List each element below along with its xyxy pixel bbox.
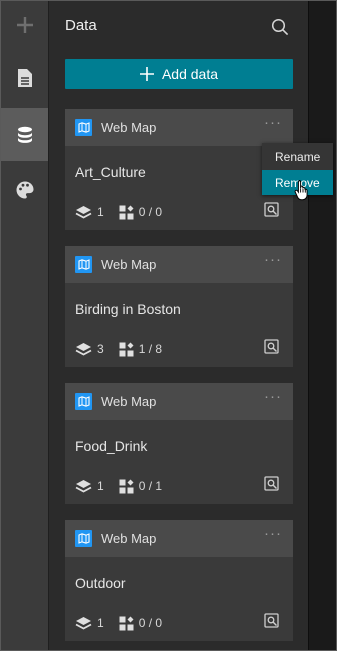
view-details-icon[interactable] — [264, 476, 279, 491]
widgets-stat: 0 / 1 — [119, 479, 162, 494]
search-icon[interactable] — [271, 18, 289, 36]
layers-count: 1 — [97, 479, 104, 493]
widgets-icon — [119, 616, 134, 630]
widgets-icon — [119, 479, 134, 493]
widgets-count: 0 / 0 — [138, 205, 163, 219]
widgets-count: 0 / 1 — [138, 479, 163, 493]
view-details-icon[interactable] — [264, 613, 279, 628]
add-data-button[interactable]: Add data — [65, 59, 293, 89]
widgets-stat: 0 / 0 — [119, 616, 162, 631]
palette-icon — [15, 181, 33, 199]
web-map-icon — [75, 393, 92, 410]
web-map-icon — [75, 256, 92, 273]
card-title: Birding in Boston — [75, 301, 181, 317]
widgets-icon — [119, 205, 134, 219]
add-data-label: Add data — [161, 66, 219, 82]
more-options-icon[interactable]: ··· — [264, 388, 282, 405]
layers-count: 1 — [97, 616, 104, 630]
more-options-icon[interactable]: ··· — [264, 525, 282, 542]
widgets-stat: 0 / 0 — [119, 205, 162, 220]
card-type-label: Web Map — [101, 257, 157, 272]
card-header: Web Map ··· — [65, 383, 293, 420]
card-stats: 1 0 / 0 — [75, 614, 162, 632]
layers-stat: 3 — [75, 342, 104, 357]
layers-stat: 1 — [75, 205, 104, 220]
card-stats: 1 0 / 1 — [75, 477, 162, 495]
rename-menu-item[interactable]: Rename — [262, 144, 333, 169]
view-details-icon[interactable] — [264, 202, 279, 217]
layers-icon — [75, 479, 92, 493]
page-icon — [17, 69, 32, 87]
more-options-icon[interactable]: ··· — [264, 114, 282, 131]
card-header: Web Map ··· — [65, 246, 293, 283]
widgets-count: 0 / 0 — [138, 616, 163, 630]
data-card[interactable]: Web Map ··· Outdoor 1 0 / 0 — [65, 520, 293, 641]
hand-cursor-icon — [294, 180, 308, 201]
database-icon — [17, 126, 32, 143]
card-stats: 3 1 / 8 — [75, 340, 162, 358]
card-title: Food_Drink — [75, 438, 148, 454]
rail-page-button[interactable] — [1, 54, 48, 102]
data-card[interactable]: Web Map ··· Art_Culture 1 0 / 0 — [65, 109, 293, 230]
canvas-edge — [308, 1, 336, 650]
data-card[interactable]: Web Map ··· Birding in Boston 3 1 / 8 — [65, 246, 293, 367]
layers-count: 1 — [97, 205, 104, 219]
card-title: Art_Culture — [75, 164, 146, 180]
card-type-label: Web Map — [101, 394, 157, 409]
data-card[interactable]: Web Map ··· Food_Drink 1 0 / 1 — [65, 383, 293, 504]
layers-icon — [75, 342, 92, 356]
rail-data-button[interactable] — [1, 108, 48, 161]
layers-count: 3 — [97, 342, 104, 356]
layers-icon — [75, 205, 92, 219]
rail-theme-button[interactable] — [1, 166, 48, 214]
panel-title: Data — [65, 17, 97, 34]
left-rail — [1, 1, 48, 650]
widgets-icon — [119, 342, 134, 356]
data-panel: Data Add data Web Map ··· Art_Culture 1 — [49, 1, 308, 650]
layers-icon — [75, 616, 92, 630]
layers-stat: 1 — [75, 616, 104, 631]
card-header: Web Map ··· — [65, 109, 293, 146]
rail-add-button[interactable] — [1, 1, 48, 49]
layers-stat: 1 — [75, 479, 104, 494]
web-map-icon — [75, 530, 92, 547]
card-stats: 1 0 / 0 — [75, 203, 162, 221]
app-frame: Data Add data Web Map ··· Art_Culture 1 — [0, 0, 337, 651]
plus-icon — [139, 67, 154, 81]
widgets-count: 1 / 8 — [138, 342, 163, 356]
plus-icon — [16, 17, 33, 33]
web-map-icon — [75, 119, 92, 136]
view-details-icon[interactable] — [264, 339, 279, 354]
card-header: Web Map ··· — [65, 520, 293, 557]
card-type-label: Web Map — [101, 531, 157, 546]
card-title: Outdoor — [75, 575, 126, 591]
widgets-stat: 1 / 8 — [119, 342, 162, 357]
more-options-icon[interactable]: ··· — [264, 251, 282, 268]
card-type-label: Web Map — [101, 120, 157, 135]
